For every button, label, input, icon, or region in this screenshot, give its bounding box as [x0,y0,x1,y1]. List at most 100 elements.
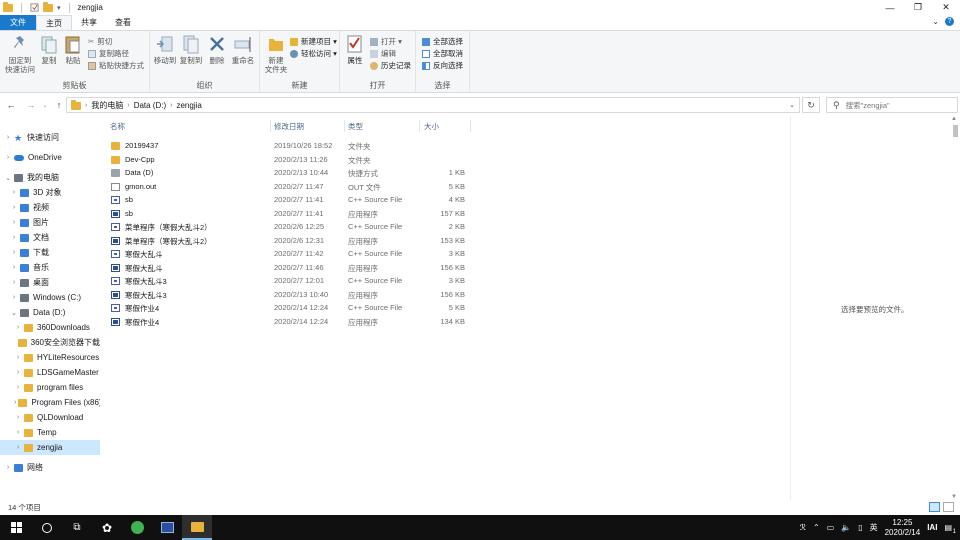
column-header-size[interactable]: 大小 [424,121,439,132]
expand-chevron-icon[interactable]: ⌄ [10,309,18,317]
expand-chevron-icon[interactable]: › [14,429,22,436]
expand-chevron-icon[interactable]: › [14,414,22,421]
open-button[interactable]: 打开 ▾ [370,36,402,47]
nav-item[interactable]: › QLDownload [0,410,100,425]
move-to-button[interactable]: 移动到 [152,34,178,65]
nav-item[interactable]: › 文档 [0,230,100,245]
nav-item[interactable]: › 360Downloads [0,320,100,335]
edit-button[interactable]: 编辑 [370,48,396,59]
expand-chevron-icon[interactable]: › [14,444,22,451]
minimize-button[interactable]: — [876,0,904,15]
copy-to-button[interactable]: 复制到 [178,34,204,65]
nav-item[interactable]: › Windows (C:) [0,290,100,305]
clock[interactable]: 12:25 2020/2/14 [885,518,921,538]
expand-chevron-icon[interactable]: › [10,294,18,301]
notification-center-icon[interactable]: ▤ 1 [944,523,956,535]
browser-360-button[interactable] [122,515,152,540]
expand-chevron-icon[interactable]: › [10,249,18,256]
battery-icon[interactable]: ▯ [858,523,862,532]
file-row[interactable]: 菜单程序（寒假大乱斗2） 2020/2/6 12:31 应用程序 153 KB [110,234,470,248]
column-header-type[interactable]: 类型 [348,121,363,132]
nav-item[interactable]: › 视频 [0,200,100,215]
help-icon[interactable]: ? [945,17,954,26]
properties-icon[interactable] [30,3,39,12]
pin-to-quick-access-button[interactable]: 固定到 快速访问 [4,34,36,74]
details-view-button[interactable] [929,502,940,512]
expand-chevron-icon[interactable]: › [10,234,18,241]
tab-view[interactable]: 查看 [106,15,140,30]
forward-arrow-icon[interactable]: → [25,100,37,110]
back-arrow-icon[interactable]: ← [5,100,17,110]
file-row[interactable]: sb 2020/2/7 11:41 应用程序 157 KB [110,207,470,221]
nav-item[interactable]: › HYLiteResources [0,350,100,365]
recent-locations-icon[interactable]: ⌄ [39,102,51,109]
nav-item[interactable]: › zengjia [0,440,100,455]
expand-chevron-icon[interactable]: › [14,324,22,331]
address-field[interactable]: › 我的电脑 › Data (D:) › zengjia ⌄ [66,97,800,113]
file-explorer-button[interactable] [182,515,212,540]
input-method-indicator[interactable]: 英 [870,522,878,533]
search-field[interactable]: ⚲ 搜索"zengjia" [826,97,958,113]
expand-chevron-icon[interactable]: › [10,264,18,271]
breadcrumb-data-d[interactable]: Data (D:) [134,101,166,110]
nav-item[interactable]: › 下载 [0,245,100,260]
breadcrumb-my-computer[interactable]: 我的电脑 [91,100,123,111]
app-launcher-button[interactable]: ✿ [92,515,122,540]
nav-item[interactable]: › 桌面 [0,275,100,290]
tab-share[interactable]: 共享 [72,15,106,30]
file-row[interactable]: gmon.out 2020/2/7 11:47 OUT 文件 5 KB [110,180,470,194]
copy-path-button[interactable]: 复制路径 [88,48,129,59]
file-row[interactable]: 寒假作业4 2020/2/14 12:24 C++ Source File 5 KB [110,301,470,315]
nav-item[interactable]: › 音乐 [0,260,100,275]
expand-chevron-icon[interactable]: › [14,384,22,391]
expand-chevron-icon[interactable]: › [14,354,22,361]
expand-chevron-icon[interactable]: › [10,219,18,226]
history-button[interactable]: 历史记录 [370,60,411,71]
delete-button[interactable]: 删除 [206,34,228,65]
nav-item[interactable]: › Temp [0,425,100,440]
tab-file[interactable]: 文件 [0,15,36,30]
volume-icon[interactable]: 🔈 [841,523,851,532]
scroll-thumb[interactable] [953,125,958,137]
copy-button[interactable]: 复制 [38,34,60,65]
select-none-button[interactable]: 全部取消 [422,48,463,59]
paste-shortcut-button[interactable]: 粘贴快捷方式 [88,60,144,71]
file-row[interactable]: 寒假大乱斗 2020/2/7 11:46 应用程序 156 KB [110,261,470,275]
file-row[interactable]: 寒假作业4 2020/2/14 12:24 应用程序 134 KB [110,315,470,329]
paste-button[interactable]: 粘贴 [62,34,84,65]
column-header-name[interactable]: 名称 [110,121,125,132]
file-row[interactable]: Data (D) 2020/2/13 10:44 快捷方式 1 KB [110,166,470,180]
expand-chevron-icon[interactable]: › [14,399,16,406]
expand-chevron-icon[interactable]: › [14,369,22,376]
file-row[interactable]: Dev-Cpp 2020/2/13 11:26 文件夹 [110,153,470,167]
file-row[interactable]: 寒假大乱斗3 2020/2/13 10:40 应用程序 156 KB [110,288,470,302]
rename-button[interactable]: 重命名 [230,34,256,65]
collapse-ribbon-icon[interactable]: ⌄ [932,17,939,26]
close-button[interactable]: ✕ [932,0,960,15]
new-item-button[interactable]: 新建项目 ▾ [290,36,337,47]
taskbar-app-icon[interactable]: IAI [927,523,937,532]
easy-access-button[interactable]: 轻松访问 ▾ [290,48,337,59]
file-row[interactable]: 寒假大乱斗 2020/2/7 11:42 C++ Source File 3 KB [110,247,470,261]
select-all-button[interactable]: 全部选择 [422,36,463,47]
search-button[interactable] [32,515,62,540]
customize-quick-access-icon[interactable]: ▾ [57,4,61,12]
nav-item[interactable]: › LDSGameMaster [0,365,100,380]
dev-cpp-button[interactable] [152,515,182,540]
nav-item[interactable]: ⌄ 我的电脑 [0,170,100,185]
nav-item[interactable]: › OneDrive [0,150,100,165]
task-view-button[interactable]: ⧉ [62,515,92,540]
expand-chevron-icon[interactable]: › [4,134,12,141]
nav-item[interactable]: › ★ 快速访问 [0,130,100,145]
nav-item[interactable]: 360安全浏览器下载 [0,335,100,350]
expand-chevron-icon[interactable]: ⌄ [4,174,12,182]
show-hidden-icons-icon[interactable]: ⌃ [813,523,820,532]
vertical-scrollbar[interactable]: ▲ ▼ [950,116,960,500]
network-status-icon[interactable]: ▭ [827,523,835,532]
new-folder-icon[interactable] [43,1,53,12]
file-row[interactable]: 菜单程序（寒假大乱斗2） 2020/2/6 12:25 C++ Source Fil… [110,220,470,234]
people-icon[interactable]: ℛ [800,523,806,532]
nav-item[interactable]: › 网络 [0,460,100,475]
up-arrow-icon[interactable]: ↑ [53,100,65,110]
properties-button[interactable]: 属性 [344,34,366,65]
